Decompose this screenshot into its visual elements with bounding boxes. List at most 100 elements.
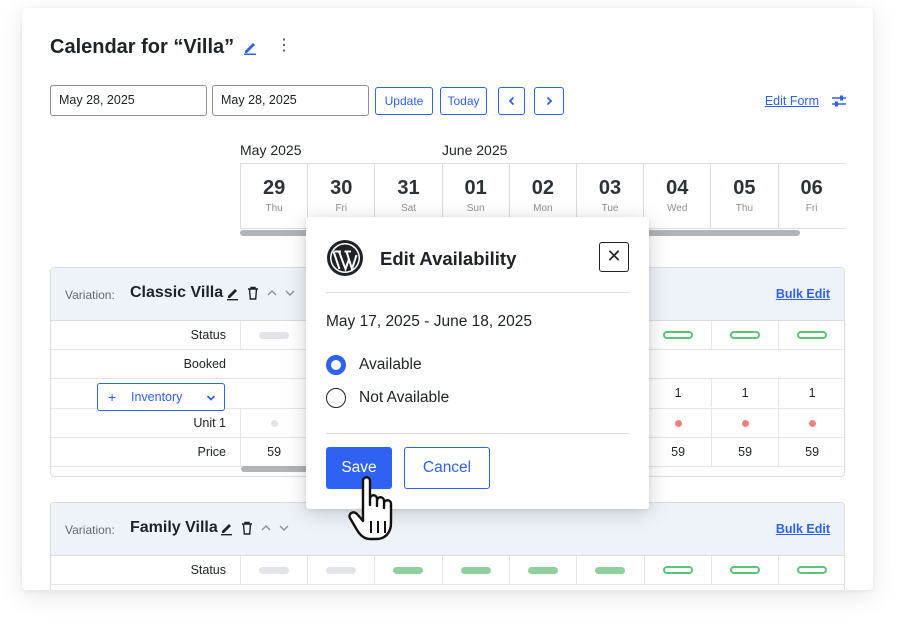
status-cell[interactable] [509,556,576,584]
start-date-input[interactable]: May 28, 2025 [50,85,207,116]
price-cell[interactable]: 59 [644,438,711,466]
month-label-june: June 2025 [442,142,508,158]
day-of-week: Fri [805,203,818,214]
inventory-label: Inventory [131,390,183,404]
unit-dot [742,420,749,427]
more-options-icon[interactable]: ⋮ [276,37,292,55]
date-column: 29 Thu [240,164,307,228]
edit-title-pencil-icon[interactable] [242,39,258,55]
divider [326,292,629,293]
variation-prefix: Variation: [65,523,115,537]
status-cell[interactable] [576,556,643,584]
date-column: 05 Thu [710,164,777,228]
inventory-dropdown[interactable]: + Inventory [97,383,225,411]
status-cell[interactable] [711,556,778,584]
hand-pointer-icon [348,476,393,541]
status-unavailable [259,332,289,339]
price-cell[interactable]: 59 [240,438,307,466]
available-radio[interactable] [326,355,346,375]
inventory-cell[interactable]: 1 [778,379,844,407]
row-label: Booked [183,357,226,371]
status-cell[interactable] [644,556,711,584]
bulk-edit-link[interactable]: Bulk Edit [776,287,830,301]
chevron-down-icon[interactable] [277,520,291,536]
pencil-icon[interactable] [226,285,240,301]
status-cell[interactable] [442,556,509,584]
date-number: 04 [666,177,689,199]
close-button[interactable]: ✕ [599,242,629,272]
date-number: 05 [733,177,756,199]
unit-dot [271,420,278,427]
variation-family-villa: Variation: Family Villa Bulk Edit Status [50,502,845,590]
variation-prefix: Variation: [65,288,115,302]
status-cell[interactable] [778,321,844,349]
status-cell[interactable] [374,556,441,584]
prev-button[interactable] [498,87,525,115]
status-booked [595,567,625,574]
unit-cell[interactable] [711,409,778,437]
sliders-icon[interactable] [831,94,847,108]
cancel-button[interactable]: Cancel [404,447,490,489]
plus-icon: + [108,389,117,405]
status-row: Status [51,556,844,585]
row-label: Status [190,328,226,342]
status-cell[interactable] [307,556,374,584]
modal-title: Edit Availability [380,248,517,269]
day-of-week: Thu [265,203,283,214]
edit-availability-modal: Edit Availability ✕ May 17, 2025 - June … [306,217,649,509]
date-column: 06 Fri [777,164,845,228]
unit-cell[interactable] [240,409,307,437]
date-number: 06 [800,177,823,199]
variation-header: Variation: Family Villa Bulk Edit [51,503,844,556]
day-of-week: Fri [335,203,348,214]
trash-icon[interactable] [246,285,260,301]
pencil-icon[interactable] [220,520,234,536]
status-available [663,566,693,574]
chevron-up-icon[interactable] [265,285,279,301]
variation-name: Family Villa [130,519,218,536]
price-cell[interactable]: 59 [778,438,844,466]
date-number: 03 [598,177,622,199]
bulk-edit-link[interactable]: Bulk Edit [776,522,830,536]
status-available [730,331,760,339]
available-label[interactable]: Available [359,356,422,374]
variation-name: Classic Villa [130,284,224,301]
status-booked [461,567,491,574]
chevron-left-icon [508,96,514,106]
not-available-radio[interactable] [326,388,346,408]
status-booked [393,567,423,574]
status-cell[interactable] [240,556,307,584]
row-label: Status [190,563,226,577]
status-available [797,566,827,574]
chevron-down-icon[interactable] [283,285,297,301]
date-column: 04 Wed [643,164,710,228]
not-available-label[interactable]: Not Available [359,389,449,407]
day-of-week: Wed [667,203,688,214]
page-title: Calendar for “Villa” [50,36,235,58]
date-number: 02 [531,177,554,199]
status-cell[interactable] [644,321,711,349]
chevron-up-icon[interactable] [259,520,273,536]
day-of-week: Sat [400,203,416,214]
price-cell[interactable]: 59 [711,438,778,466]
edit-form-link[interactable]: Edit Form [765,94,819,108]
date-number: 29 [262,177,286,199]
status-unavailable [259,567,289,574]
unit-cell[interactable] [644,409,711,437]
wordpress-logo-icon [327,240,363,276]
unit-cell[interactable] [778,409,844,437]
chevron-right-icon [546,96,553,106]
date-number: 30 [330,177,353,199]
status-cell[interactable] [240,321,307,349]
inventory-cell[interactable]: 1 [711,379,778,407]
trash-icon[interactable] [240,520,254,536]
status-cell[interactable] [711,321,778,349]
status-cell[interactable] [778,556,844,584]
divider [326,433,629,434]
today-button[interactable]: Today [440,87,487,115]
end-date-input[interactable]: May 28, 2025 [212,85,369,116]
update-button[interactable]: Update [375,87,433,115]
next-button[interactable] [534,87,564,115]
unit-dot [809,420,816,427]
inventory-cell[interactable]: 1 [644,379,711,407]
